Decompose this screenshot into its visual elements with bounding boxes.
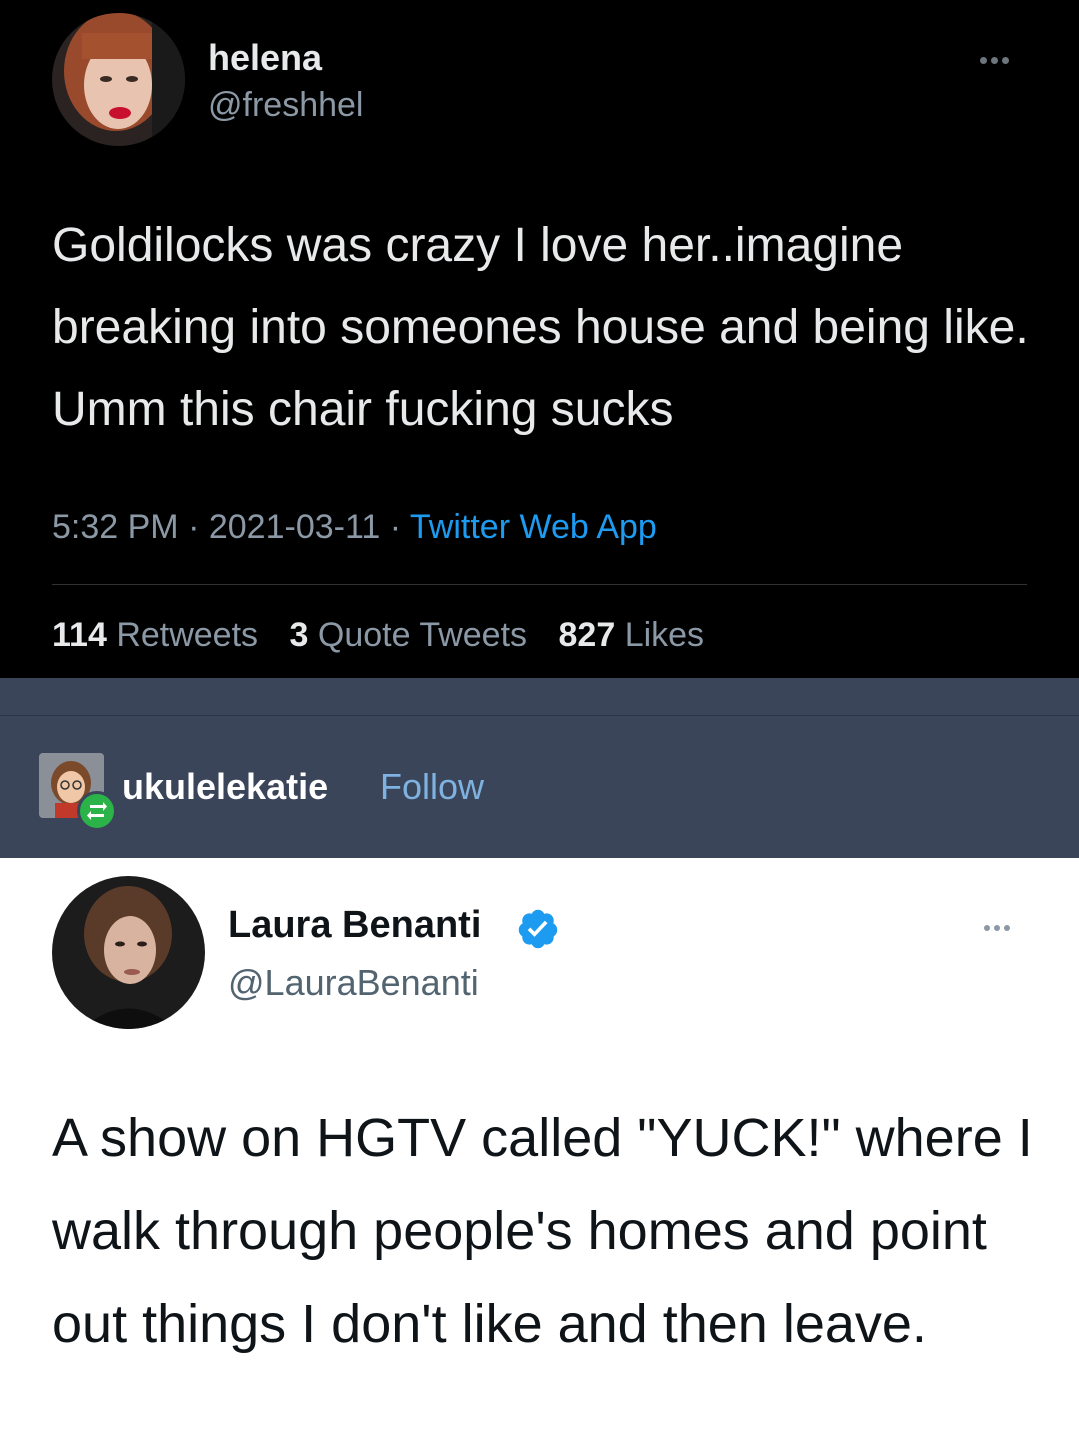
tweet-text: Goldilocks was crazy I love her..imagine… <box>52 219 1029 436</box>
quote-tweets-stat[interactable]: 3 Quote Tweets <box>290 616 528 654</box>
user-handle[interactable]: @LauraBenanti <box>228 962 479 1004</box>
quote-tweets-count: 3 <box>289 616 309 654</box>
tweet-date[interactable]: 2021-03-11 <box>209 508 380 546</box>
retweets-count: 114 <box>52 616 107 654</box>
divider <box>0 715 1079 716</box>
avatar-helena[interactable] <box>52 13 185 146</box>
retweets-stat[interactable]: 114 Retweets <box>52 616 258 654</box>
tweet-metadata: 5:32 PM · 2021-03-11 · Twitter Web App <box>52 508 657 547</box>
avatar-laura-benanti[interactable] <box>52 876 205 1029</box>
tweet-time[interactable]: 5:32 PM <box>52 508 179 546</box>
avatar-laura-benanti-image <box>52 876 205 1029</box>
reblog-username[interactable]: ukulelekatie <box>122 766 328 808</box>
tweet-card-helena: helena @freshhel Goldilocks was crazy I … <box>0 0 1079 678</box>
avatar-helena-image <box>52 13 185 146</box>
display-name[interactable]: helena <box>208 37 322 79</box>
user-handle[interactable]: @freshhel <box>208 86 363 125</box>
divider <box>52 584 1027 585</box>
reblog-arrows-icon <box>87 802 107 820</box>
tweet-text: A show on HGTV called "YUCK!" where I wa… <box>52 1108 1033 1354</box>
meta-separator: · <box>389 508 402 546</box>
reblog-icon <box>77 791 117 831</box>
verified-badge-icon <box>518 909 558 949</box>
tweet-stats: 114 Retweets 3 Quote Tweets 827 Likes <box>52 616 726 655</box>
tweet-source-link[interactable]: Twitter Web App <box>410 508 657 546</box>
follow-button[interactable]: Follow <box>380 766 484 808</box>
more-options-icon[interactable] <box>980 57 1009 64</box>
meta-separator: · <box>188 508 200 546</box>
more-options-icon[interactable] <box>984 925 1010 931</box>
display-name[interactable]: Laura Benanti <box>228 904 481 947</box>
likes-stat[interactable]: 827 Likes <box>559 616 705 654</box>
likes-count: 827 <box>558 616 616 654</box>
retweets-label: Retweets <box>116 616 259 654</box>
tweet-card-laura-benanti: Laura Benanti @LauraBenanti A show on HG… <box>0 858 1079 1431</box>
quote-tweets-label: Quote Tweets <box>317 616 528 654</box>
likes-label: Likes <box>624 616 705 654</box>
